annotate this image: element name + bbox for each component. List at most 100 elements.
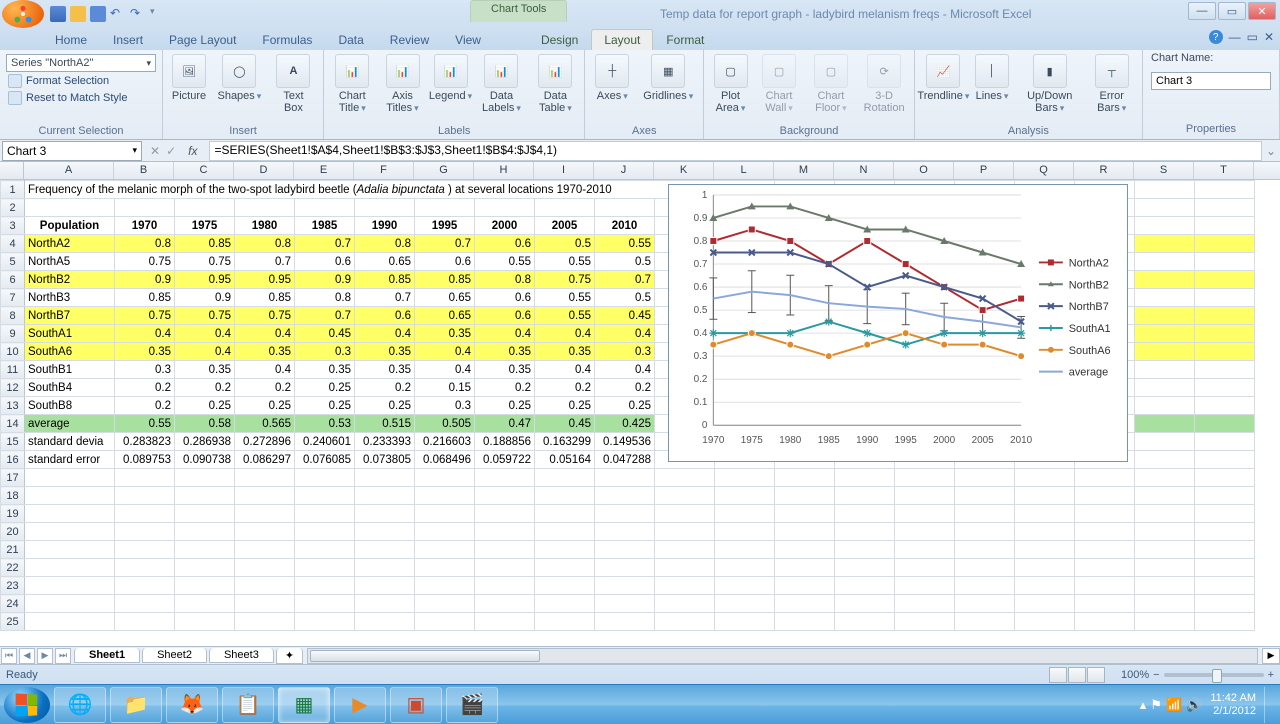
system-clock[interactable]: 11:42 AM 2/1/2012 xyxy=(1210,692,1256,718)
name-box[interactable]: Chart 3▾ xyxy=(2,141,142,161)
chart-wall-button[interactable]: ▢Chart Wall xyxy=(757,52,802,116)
svg-text:SouthA1: SouthA1 xyxy=(1069,323,1111,335)
tab-review[interactable]: Review xyxy=(377,29,442,50)
legend-button[interactable]: 📊Legend xyxy=(431,52,471,104)
error-bars-button[interactable]: ┬Error Bars xyxy=(1087,52,1136,116)
shapes-icon: ◯ xyxy=(222,54,256,88)
insert-textbox-button[interactable]: AText Box xyxy=(270,52,317,116)
tab-insert[interactable]: Insert xyxy=(100,29,156,50)
maximize-button[interactable]: ▭ xyxy=(1218,2,1246,20)
taskbar-excel[interactable]: ▦ xyxy=(278,687,330,723)
show-desktop-button[interactable] xyxy=(1264,687,1274,723)
fx-icon[interactable]: fx xyxy=(182,144,203,158)
taskbar-powerpoint[interactable]: ▣ xyxy=(390,687,442,723)
office-button[interactable] xyxy=(2,0,44,28)
horizontal-scrollbar[interactable] xyxy=(307,648,1258,664)
sheet-tab-3[interactable]: Sheet3 xyxy=(209,648,274,663)
tab-layout[interactable]: Layout xyxy=(591,29,653,50)
view-normal-icon[interactable] xyxy=(1049,667,1067,683)
redo-icon[interactable]: ↷ xyxy=(130,6,146,22)
taskbar-wmp[interactable]: ▶ xyxy=(334,687,386,723)
formula-expand-icon[interactable]: ⌄ xyxy=(1262,144,1280,158)
formula-input[interactable]: =SERIES(Sheet1!$A$4,Sheet1!$B$3:$J$3,She… xyxy=(209,141,1262,161)
axes-button[interactable]: ┼Axes xyxy=(591,52,633,104)
svg-text:0.8: 0.8 xyxy=(694,236,708,247)
zoom-level[interactable]: 100% xyxy=(1121,669,1149,681)
sheet-last-icon[interactable]: ⏭ xyxy=(55,648,71,664)
tab-page-layout[interactable]: Page Layout xyxy=(156,29,249,50)
embedded-chart[interactable]: 00.10.20.30.40.50.60.70.80.9119701975198… xyxy=(668,184,1128,462)
close-button[interactable]: ✕ xyxy=(1248,2,1276,20)
trendline-button[interactable]: 📈Trendline xyxy=(921,52,966,104)
tab-data[interactable]: Data xyxy=(325,29,376,50)
plot-area-button[interactable]: ▢Plot Area xyxy=(710,52,751,116)
sheet-next-icon[interactable]: ▶ xyxy=(37,648,53,664)
windows-taskbar: 🌐 📁 🦊 📋 ▦ ▶ ▣ 🎬 ▴ ⚑ 📶 🔊 11:42 AM 2/1/201… xyxy=(0,684,1280,724)
taskbar-ie[interactable]: 🌐 xyxy=(54,687,106,723)
insert-shapes-button[interactable]: ◯Shapes xyxy=(215,52,264,104)
format-selection-icon xyxy=(8,74,22,88)
mdi-restore-icon[interactable]: ▭ xyxy=(1247,30,1258,44)
taskbar-firefox[interactable]: 🦊 xyxy=(166,687,218,723)
qat-customize-icon[interactable]: ▾ xyxy=(150,6,166,22)
save-icon[interactable] xyxy=(50,6,66,22)
chart-tools-contextual-tab: Chart Tools xyxy=(470,0,567,22)
svg-text:0.5: 0.5 xyxy=(694,305,708,316)
gridlines-icon: ▦ xyxy=(651,54,685,88)
tray-network-icon[interactable]: 📶 xyxy=(1166,697,1182,713)
sheet-prev-icon[interactable]: ◀ xyxy=(19,648,35,664)
sheet-tab-2[interactable]: Sheet2 xyxy=(142,648,207,663)
open-icon[interactable] xyxy=(70,6,86,22)
taskbar-explorer[interactable]: 📁 xyxy=(110,687,162,723)
svg-text:NorthA2: NorthA2 xyxy=(1069,257,1109,269)
minimize-button[interactable]: — xyxy=(1188,2,1216,20)
svg-text:0.3: 0.3 xyxy=(694,351,708,362)
taskbar-moviemaker[interactable]: 🎬 xyxy=(446,687,498,723)
mdi-close-icon[interactable]: ✕ xyxy=(1264,30,1274,44)
axis-titles-button[interactable]: 📊Axis Titles xyxy=(381,52,425,116)
zoom-in-icon[interactable]: + xyxy=(1268,669,1274,681)
sheet-tab-1[interactable]: Sheet1 xyxy=(74,648,140,663)
tab-view[interactable]: View xyxy=(442,29,494,50)
updown-bars-button[interactable]: ▮Up/Down Bars xyxy=(1018,52,1081,116)
format-selection-button[interactable]: Format Selection xyxy=(6,73,156,89)
chart-floor-button[interactable]: ▢Chart Floor xyxy=(807,52,854,116)
svg-text:1980: 1980 xyxy=(779,435,802,446)
chart-element-selector[interactable]: Series "NorthA2"▾ xyxy=(6,54,156,72)
chart-name-input[interactable] xyxy=(1151,72,1271,90)
cancel-formula-icon[interactable]: ✕ xyxy=(150,144,160,158)
undo-icon[interactable]: ↶ xyxy=(110,6,126,22)
lines-button[interactable]: │Lines xyxy=(972,52,1012,104)
start-button[interactable] xyxy=(4,687,50,723)
enter-formula-icon[interactable]: ✓ xyxy=(166,144,176,158)
sheet-first-icon[interactable]: ⏮ xyxy=(1,648,17,664)
view-page-break-icon[interactable] xyxy=(1087,667,1105,683)
scroll-right-icon[interactable]: ▶ xyxy=(1262,648,1280,664)
rotation-button[interactable]: ⟳3-D Rotation xyxy=(860,52,907,116)
reset-to-match-style-button[interactable]: Reset to Match Style xyxy=(6,90,156,106)
sheet-tab-bar: ⏮ ◀ ▶ ⏭ Sheet1 Sheet2 Sheet3 ✦ ▶ xyxy=(0,646,1280,664)
tray-volume-icon[interactable]: 🔊 xyxy=(1186,697,1202,713)
svg-text:1970: 1970 xyxy=(702,435,725,446)
zoom-out-icon[interactable]: − xyxy=(1153,669,1159,681)
sheet-tab-new[interactable]: ✦ xyxy=(276,648,303,664)
view-page-layout-icon[interactable] xyxy=(1068,667,1086,683)
spreadsheet-grid[interactable]: ABCDEFGHIJKLMNOPQRST 1Frequency of the m… xyxy=(0,162,1280,646)
gridlines-button[interactable]: ▦Gridlines xyxy=(639,52,697,104)
taskbar-notes[interactable]: 📋 xyxy=(222,687,274,723)
tray-up-icon[interactable]: ▴ xyxy=(1140,697,1147,713)
tab-home[interactable]: Home xyxy=(42,29,100,50)
save2-icon[interactable] xyxy=(90,6,106,22)
chart-name-label: Chart Name: xyxy=(1151,52,1213,64)
insert-picture-button[interactable]: 🖼Picture xyxy=(169,52,209,104)
chart-title-button[interactable]: 📊Chart Title xyxy=(330,52,374,116)
mdi-minimize-icon[interactable]: — xyxy=(1229,30,1241,44)
tab-formulas[interactable]: Formulas xyxy=(249,29,325,50)
tray-flag-icon[interactable]: ⚑ xyxy=(1150,697,1162,713)
data-labels-button[interactable]: 📊Data Labels xyxy=(477,52,527,116)
tab-format[interactable]: Format xyxy=(653,29,717,50)
tab-design[interactable]: Design xyxy=(528,29,591,50)
zoom-slider[interactable] xyxy=(1164,673,1264,677)
help-icon[interactable]: ? xyxy=(1209,30,1223,44)
data-table-button[interactable]: 📊Data Table xyxy=(532,52,578,116)
